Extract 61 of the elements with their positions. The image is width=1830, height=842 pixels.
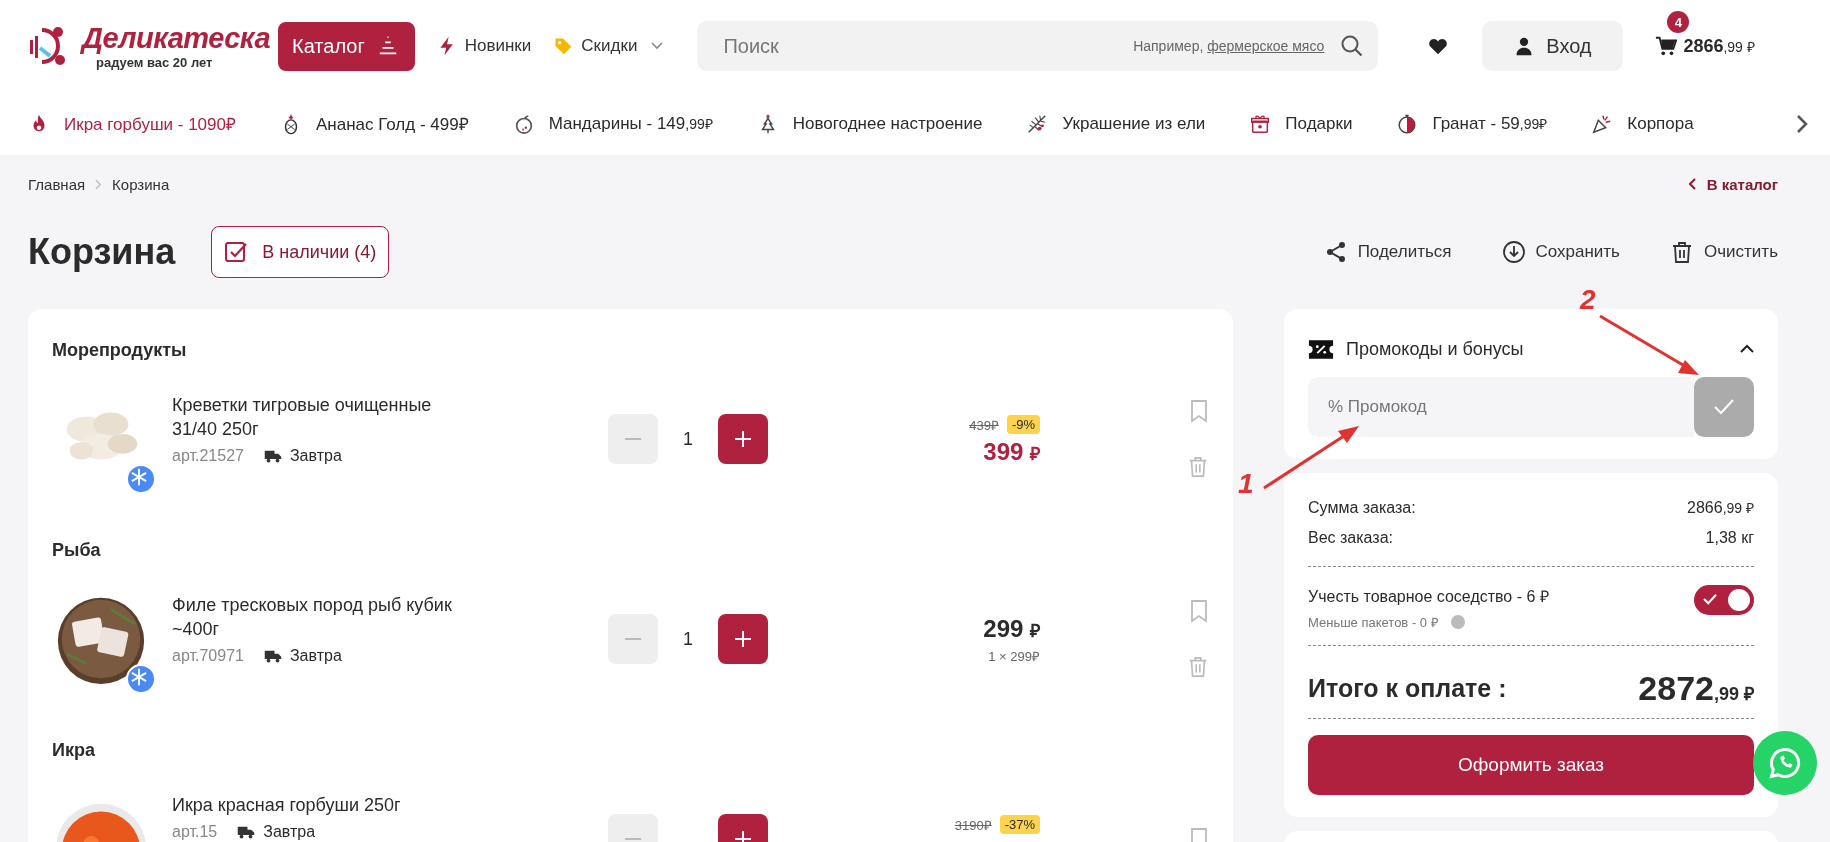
nav-link[interactable]: Новинки — [436, 35, 532, 57]
search-hint-link[interactable]: фермерское мясо — [1207, 38, 1325, 54]
delivery-label: Завтра — [263, 647, 342, 665]
category-title: Рыба — [52, 538, 102, 562]
total-value: 2872,99 ₽ — [1638, 668, 1754, 708]
toolbar-action[interactable]: Поделиться — [1323, 239, 1452, 265]
catalog-button[interactable]: Каталог — [278, 21, 415, 71]
summary-value: 2866,99 ₽ — [1687, 498, 1754, 518]
old-price: 3190₽ — [954, 816, 992, 834]
product-price: 299 ₽ — [983, 615, 1040, 643]
old-price: 439₽ — [969, 416, 999, 434]
discount-badge: -9% — [1006, 415, 1040, 434]
article-number: арт.15 — [172, 823, 218, 841]
in-stock-filter[interactable]: В наличии (4) — [211, 226, 390, 278]
product-name[interactable]: Икра красная горбуши 250г — [172, 793, 472, 817]
back-to-catalog-link[interactable]: В каталог — [1688, 175, 1778, 193]
toolbar-action[interactable]: Сохранить — [1501, 239, 1620, 265]
product-price: 399 ₽ — [983, 438, 1040, 466]
promo-title: Промокоды и бонусы — [1346, 338, 1524, 360]
article-number: арт.70971 — [172, 647, 244, 665]
promo-link[interactable]: Гранат - 59,99₽ — [1396, 112, 1548, 135]
promo-link[interactable]: Украшение из ели — [1026, 112, 1206, 135]
login-button[interactable]: Вход — [1482, 21, 1624, 71]
option-label: Учесть товарное соседство - 6 ₽ — [1308, 587, 1549, 607]
promo-link[interactable]: Икра горбуши - 1090₽ — [28, 112, 236, 135]
promo-link[interactable]: Мандарины - 149,99₽ — [512, 112, 713, 135]
article-number: арт.21527 — [172, 447, 244, 465]
category-title: Икра — [52, 738, 96, 762]
quantity-value: 1 — [682, 428, 694, 450]
promo-link[interactable]: Новогоднее настроение — [756, 112, 983, 135]
unit-price: 1 × 299₽ — [988, 648, 1040, 665]
delivery-label: Завтра — [237, 823, 316, 841]
promo-link[interactable]: Подарки — [1249, 112, 1353, 135]
summary-label: Сумма заказа: — [1308, 498, 1416, 518]
promo-code-field[interactable]: % Промокод — [1308, 377, 1694, 437]
annotation-number: 1 — [1238, 470, 1254, 498]
breadcrumb-link[interactable]: Главная — [28, 175, 86, 193]
total-label: Итого к оплате : — [1308, 673, 1507, 703]
annotation-number: 2 — [1580, 286, 1596, 314]
product-name[interactable]: Филе тресковых пород рыб кубик ~400г — [172, 593, 472, 641]
logo-name[interactable]: Деликатеска — [82, 23, 271, 53]
promo-link[interactable]: Корпора — [1591, 112, 1694, 135]
breadcrumb-link[interactable]: Корзина — [112, 175, 170, 193]
nav-link[interactable]: Скидки — [553, 36, 664, 56]
cart-count-badge: 4 — [1667, 11, 1690, 33]
page-title: Корзина — [28, 231, 176, 273]
summary-value: 1,38 кг — [1705, 528, 1754, 548]
delivery-label: Завтра — [263, 447, 342, 465]
quantity-value: 1 — [682, 628, 694, 650]
checkout-button[interactable]: Оформить заказ — [1308, 735, 1754, 795]
logo-tagline: радуем вас 20 лет — [96, 55, 214, 69]
summary-label: Вес заказа: — [1308, 528, 1393, 548]
search-bar[interactable]: Поиск Например, фермерское мясо — [697, 21, 1379, 71]
search-hint: Например, фермерское мясо — [1133, 38, 1325, 54]
product-name[interactable]: Креветки тигровые очищенные 31/40 250г — [172, 393, 472, 441]
category-title: Морепродукты — [52, 338, 188, 362]
discount-badge: -37% — [999, 815, 1040, 834]
promo-link[interactable]: Ананас Голд - 499₽ — [279, 112, 469, 135]
search-field[interactable]: Поиск — [721, 33, 1134, 59]
option-note: Меньше пакетов - 0 ₽ — [1308, 614, 1439, 631]
toolbar-action[interactable]: Очистить — [1670, 239, 1778, 265]
